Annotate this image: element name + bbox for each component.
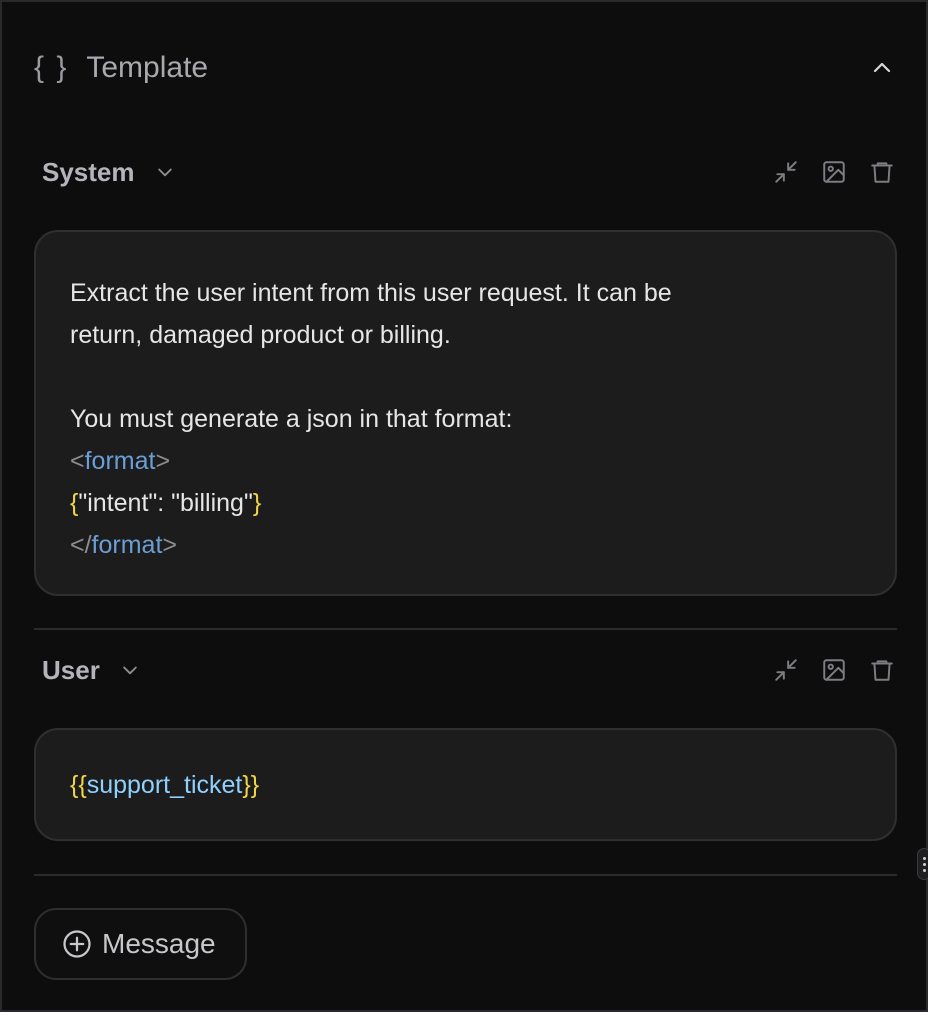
trash-icon[interactable] — [866, 650, 898, 690]
token-text: return, damaged product or billing. — [70, 321, 451, 349]
divider — [34, 874, 897, 876]
image-icon[interactable] — [818, 152, 850, 192]
user-message-editor[interactable]: {{support_ticket}} — [34, 728, 897, 841]
system-message-header: System — [42, 152, 898, 192]
divider — [34, 628, 897, 630]
token-punct: > — [162, 531, 178, 559]
token-punct: < — [70, 447, 85, 475]
message-line: return, damaged product or billing. — [70, 314, 861, 356]
message-line: You must generate a json in that format: — [70, 398, 861, 440]
template-panel: { } Template System Extract the user int… — [0, 0, 928, 1012]
system-message-editor[interactable]: Extract the user intent from this user r… — [34, 230, 897, 596]
message-line — [70, 356, 861, 398]
token-text: Extract the user intent from this user r… — [70, 279, 672, 307]
role-label-system: System — [42, 156, 135, 187]
braces-icon: { } — [34, 51, 69, 84]
token-var: support_ticket — [86, 771, 243, 799]
minimize-icon[interactable] — [770, 650, 802, 690]
message-line: {{support_ticket}} — [70, 764, 861, 806]
token-brace: {{ — [70, 771, 87, 799]
minimize-icon[interactable] — [770, 152, 802, 192]
user-message-header: User — [42, 650, 898, 690]
role-label-user: User — [42, 654, 100, 685]
image-icon[interactable] — [818, 650, 850, 690]
token-tag: format — [91, 531, 163, 559]
panel-title: Template — [86, 51, 209, 84]
message-line: Extract the user intent from this user r… — [70, 272, 861, 314]
add-message-label: Message — [102, 928, 216, 959]
system-message-tools — [770, 152, 898, 192]
chevron-up-icon[interactable] — [866, 52, 898, 84]
message-line: <format> — [70, 440, 861, 482]
plus-circle-icon — [63, 930, 91, 958]
trash-icon[interactable] — [866, 152, 898, 192]
chevron-down-icon[interactable] — [151, 158, 179, 186]
token-text: You must generate a json in that format: — [70, 405, 513, 433]
template-header: { } Template — [34, 46, 898, 90]
token-brace: }} — [242, 771, 260, 799]
token-text: "intent": "billing" — [78, 489, 253, 517]
token-punct: </ — [70, 531, 92, 559]
chevron-down-icon[interactable] — [116, 656, 144, 684]
message-line: {"intent": "billing"} — [70, 482, 861, 524]
user-message-tools — [770, 650, 898, 690]
token-tag: format — [84, 447, 156, 475]
message-line: </format> — [70, 524, 861, 566]
resize-handle[interactable] — [917, 848, 928, 880]
add-message-button[interactable]: Message — [34, 908, 247, 980]
token-punct: > — [155, 447, 171, 475]
token-brace: } — [252, 489, 262, 517]
